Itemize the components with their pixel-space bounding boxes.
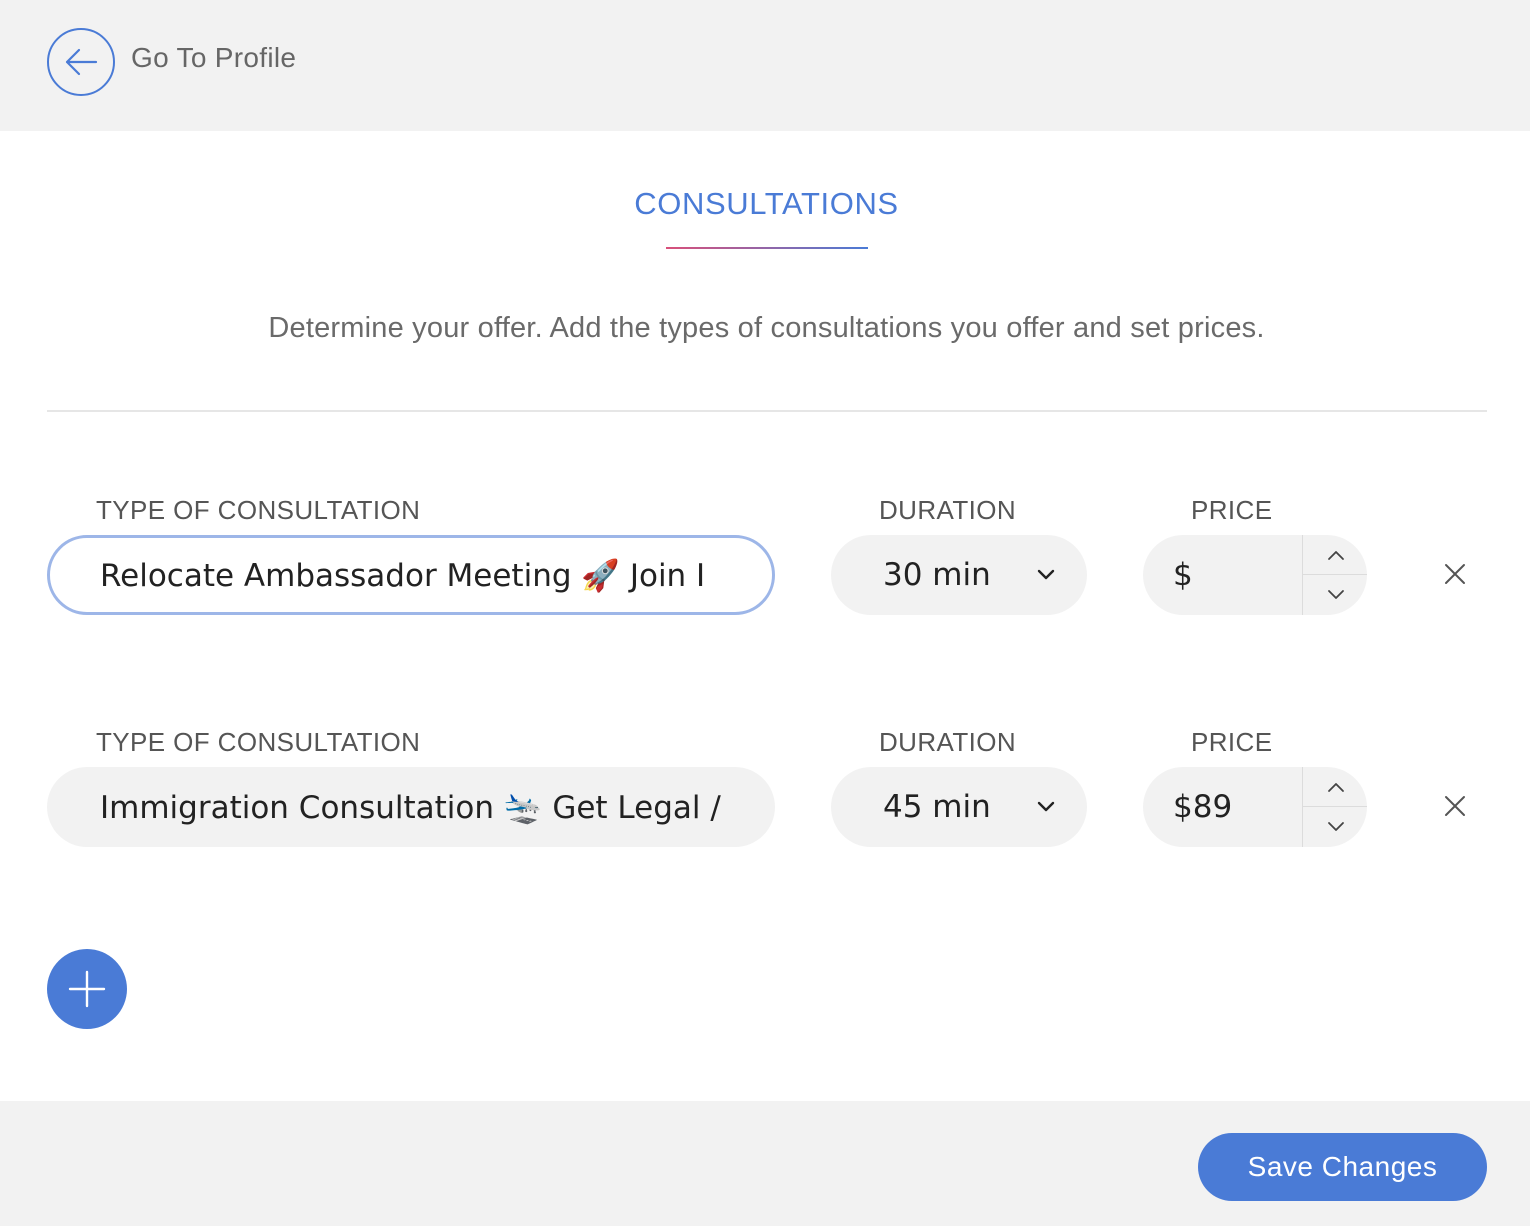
price-input[interactable]: $ <box>1173 535 1301 615</box>
price-label: PRICE <box>1191 727 1273 757</box>
consultation-type-input[interactable] <box>47 535 775 615</box>
page-subtitle: Determine your offer. Add the types of c… <box>268 312 1265 344</box>
add-consultation-button[interactable] <box>47 949 127 1029</box>
type-label: TYPE OF CONSULTATION <box>96 495 421 525</box>
duration-label: DURATION <box>879 495 1017 525</box>
close-icon <box>1445 796 1465 816</box>
close-icon <box>1445 564 1465 584</box>
duration-label: DURATION <box>879 727 1017 757</box>
price-increment-button[interactable] <box>1303 535 1367 575</box>
price-stepper <box>1302 767 1367 847</box>
price-increment-button[interactable] <box>1303 767 1367 807</box>
section-divider <box>47 410 1487 412</box>
price-input[interactable]: $89 <box>1173 767 1301 847</box>
plus-icon <box>68 970 106 1008</box>
price-decrement-button[interactable] <box>1303 575 1367 615</box>
top-bar: Go To Profile <box>0 0 1530 131</box>
chevron-up-icon <box>1327 782 1344 792</box>
save-changes-button[interactable]: Save Changes <box>1198 1133 1487 1201</box>
price-field: $89 <box>1143 767 1367 847</box>
chevron-down-icon <box>1327 590 1344 599</box>
remove-consultation-button[interactable] <box>1435 786 1475 826</box>
duration-value: 45 min <box>883 789 991 825</box>
consultation-type-input[interactable] <box>47 767 775 847</box>
title-underline <box>666 247 868 249</box>
arrow-left-icon <box>65 48 98 76</box>
duration-select[interactable]: 30 min <box>831 535 1087 615</box>
back-button[interactable] <box>47 28 115 96</box>
price-stepper <box>1302 535 1367 615</box>
duration-value: 30 min <box>883 557 991 593</box>
chevron-down-icon <box>1037 801 1055 812</box>
chevron-down-icon <box>1327 822 1344 831</box>
page-title: CONSULTATIONS <box>634 186 899 221</box>
price-field: $ <box>1143 535 1367 615</box>
back-label[interactable]: Go To Profile <box>131 42 296 74</box>
consultation-row-1: TYPE OF CONSULTATION DURATION PRICE 30 m… <box>0 495 1530 635</box>
chevron-up-icon <box>1327 550 1344 560</box>
price-decrement-button[interactable] <box>1303 807 1367 847</box>
duration-select[interactable]: 45 min <box>831 767 1087 847</box>
remove-consultation-button[interactable] <box>1435 554 1475 594</box>
consultation-row-2: TYPE OF CONSULTATION DURATION PRICE 45 m… <box>0 727 1530 867</box>
footer-bar: Save Changes <box>0 1101 1530 1226</box>
type-label: TYPE OF CONSULTATION <box>96 727 421 757</box>
price-label: PRICE <box>1191 495 1273 525</box>
chevron-down-icon <box>1037 569 1055 580</box>
